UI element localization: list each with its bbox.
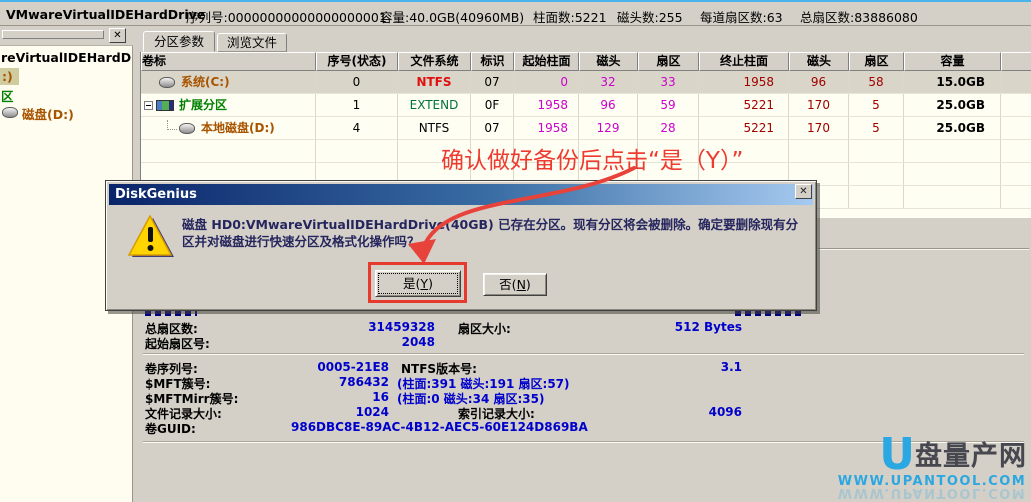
ntfs-version-value: 3.1 <box>600 360 742 374</box>
disk-info-bar: VMwareVirtualIDEHardDrive 序列号:0000000000… <box>0 0 1031 26</box>
divider <box>143 353 1024 355</box>
tree-item-extended-partition[interactable]: 区 <box>1 86 14 105</box>
dialog-message: 磁盘 HD0:VMwareVirtualIDEHardDrive(40GB) 已… <box>182 216 807 250</box>
sector-size-label: 扇区大小: <box>458 320 511 337</box>
panel-grip[interactable] <box>2 30 104 39</box>
tree-item-local-disk[interactable]: 磁盘(D:) <box>22 104 74 123</box>
col-start-sector[interactable]: 扇区 <box>638 52 699 71</box>
disk-icon <box>159 77 175 88</box>
col-volume-label[interactable]: 卷标 <box>141 52 316 71</box>
mft-cluster-value: 786432 <box>254 375 389 389</box>
watermark-reflection: WWW.UPANTOOL.COM <box>837 489 1027 500</box>
col-end-head[interactable]: 磁头 <box>789 52 849 71</box>
col-end-cylinder[interactable]: 终止柱面 <box>699 52 789 71</box>
tree-item-disk[interactable]: reVirtualIDEHardD <box>1 50 131 65</box>
divider <box>818 248 1029 250</box>
col-filesystem[interactable]: 文件系统 <box>398 52 471 71</box>
disk-sectors-per-track: 每道扇区数:63 <box>700 7 783 26</box>
mftmirr-cluster-value: 16 <box>254 390 389 404</box>
table-row[interactable]: 系统(C:) 0 NTFS 07 0 32 33 1958 96 58 15.0… <box>141 71 1031 94</box>
disk-capacity: 容量:40.0GB(40960MB) <box>380 7 524 26</box>
volume-name: 本地磁盘(D:) <box>201 117 275 139</box>
sector-size-value: 512 Bytes <box>600 320 742 334</box>
col-flag[interactable]: 标识 <box>471 52 514 71</box>
tree-item-system-partition[interactable]: :) <box>0 68 19 85</box>
start-sector-value: 2048 <box>300 335 435 349</box>
close-icon[interactable]: ✕ <box>795 184 812 199</box>
col-start-cylinder[interactable]: 起始柱面 <box>514 52 579 71</box>
watermark: U 盘量产网 WWW.UPANTOOL.COM WWW.UPANTOOL.COM <box>837 436 1027 500</box>
watermark-logo-u: U <box>879 436 915 474</box>
start-sector-label: 起始扇区号: <box>145 335 210 352</box>
dialog-title[interactable]: DiskGenius <box>109 184 813 205</box>
disk-heads: 磁头数:255 <box>617 7 683 26</box>
total-sectors-value: 31459328 <box>300 320 435 334</box>
disk-total-sectors: 总扇区数:83886080 <box>800 7 918 26</box>
close-icon[interactable]: ✕ <box>109 28 126 43</box>
watermark-url[interactable]: WWW.UPANTOOL.COM <box>837 474 1027 489</box>
volume-guid-label: 卷GUID: <box>145 420 196 437</box>
annotation-text: 确认做好备份后点击“是（Y）” <box>441 141 743 175</box>
red-highlight-box <box>368 262 467 303</box>
volume-guid-value: 986DBC8E-89AC-4B12-AEC5-60E124D869BA <box>291 420 588 434</box>
col-seq-status[interactable]: 序号(状态) <box>316 52 398 71</box>
no-button[interactable]: 否(N) <box>483 273 547 296</box>
table-row[interactable]: 本地磁盘(D:) 4 NTFS 07 1958 129 28 5221 170 … <box>141 117 1031 140</box>
collapse-icon[interactable] <box>144 101 153 110</box>
col-filler <box>1001 52 1031 71</box>
watermark-brand: 盘量产网 <box>915 440 1027 474</box>
file-record-value: 1024 <box>254 405 389 419</box>
diskgenius-window: VMwareVirtualIDEHardDrive 序列号:0000000000… <box>0 0 1031 502</box>
partition-icon <box>156 100 174 111</box>
col-start-head[interactable]: 磁头 <box>579 52 638 71</box>
index-record-value: 4096 <box>600 405 742 419</box>
table-header-row: 卷标 序号(状态) 文件系统 标识 起始柱面 磁头 扇区 终止柱面 磁头 扇区 … <box>141 52 1031 71</box>
tree-elbow <box>167 120 177 130</box>
col-end-sector[interactable]: 扇区 <box>849 52 904 71</box>
disk-cylinders: 柱面数:5221 <box>533 7 607 26</box>
volume-name: 系统(C:) <box>181 71 230 93</box>
disk-model: VMwareVirtualIDEHardDrive <box>6 7 205 22</box>
warning-icon <box>128 215 174 259</box>
tab-partition-params[interactable]: 分区参数 <box>143 31 215 52</box>
disk-icon <box>2 107 18 118</box>
table-row[interactable]: 扩展分区 1 EXTEND 0F 1958 96 59 5221 170 5 2… <box>141 94 1031 117</box>
volume-name: 扩展分区 <box>179 94 227 116</box>
tab-browse-files[interactable]: 浏览文件 <box>217 33 287 52</box>
disk-serial: 序列号:00000000000000000001 <box>186 7 387 26</box>
col-capacity[interactable]: 容量 <box>904 52 1001 71</box>
disk-icon <box>179 123 195 134</box>
volume-serial-value: 0005-21E8 <box>254 360 389 374</box>
panel-titlebar: ✕ <box>0 26 133 46</box>
